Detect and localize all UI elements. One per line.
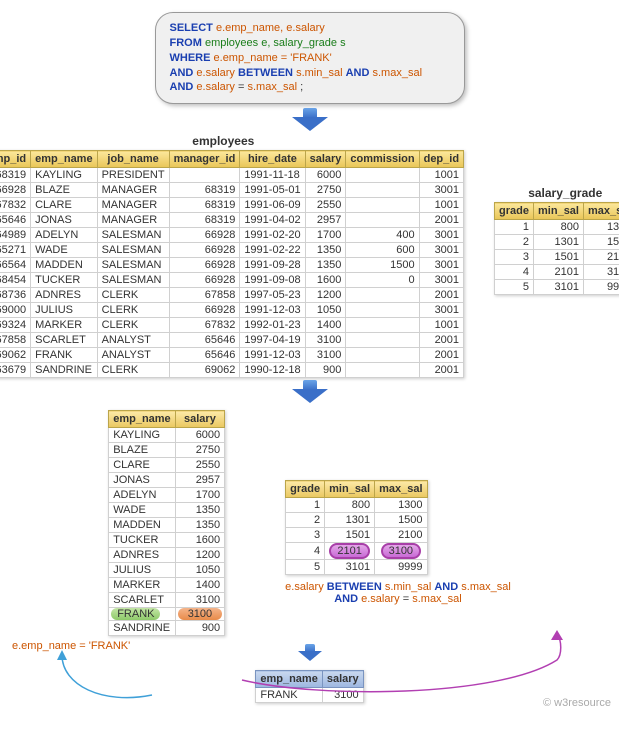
- table-row: 18001300: [495, 220, 619, 235]
- where-expr: e.emp_name = 'FRANK': [214, 52, 332, 64]
- col-header: emp_name: [256, 671, 322, 688]
- table-row: 213011500: [286, 513, 427, 528]
- select-cols: e.emp_name, e.salary: [216, 22, 325, 34]
- table-row: ADNRES1200: [109, 548, 225, 563]
- kw-where: WHERE: [170, 52, 211, 64]
- highlight-max-sal: 3100: [381, 543, 421, 559]
- table-row: 421013100: [495, 265, 619, 280]
- table-row: 67832CLAREMANAGER683191991-06-0925501001: [0, 198, 464, 213]
- col-header: grade: [286, 481, 325, 498]
- grade-subset-wrap: grademin_salmax_sal 18001300213011500315…: [285, 480, 511, 607]
- annotation-frank: e.emp_name = 'FRANK': [12, 640, 142, 652]
- table-row: WADE1350: [109, 503, 225, 518]
- salary-grade-table-wrap: salary_grade grademin_salmax_sal 1800130…: [494, 186, 619, 295]
- table-row: KAYLING6000: [109, 428, 225, 443]
- col-header: max_sal: [583, 203, 619, 220]
- table-row: SCARLET3100: [109, 593, 225, 608]
- col-header: hire_date: [240, 151, 305, 168]
- table-row: 68454TUCKERSALESMAN669281991-09-08160003…: [0, 273, 464, 288]
- kw-from: FROM: [170, 37, 202, 49]
- table-row: 531019999: [495, 280, 619, 295]
- salary-grade-table: grademin_salmax_sal 18001300213011500315…: [494, 202, 619, 295]
- arrow-down-icon: [290, 108, 330, 132]
- highlight-min-sal: 2101: [329, 543, 369, 559]
- table-row: 66564MADDENSALESMAN669281991-09-28135015…: [0, 258, 464, 273]
- table-row: 69062FRANKANALYST656461991-12-0331002001: [0, 348, 464, 363]
- table-row: FRANK3100: [256, 688, 363, 703]
- grade-subset-table: grademin_salmax_sal 18001300213011500315…: [285, 480, 427, 575]
- employees-table-wrap: employees emp_idemp_namejob_namemanager_…: [0, 134, 464, 378]
- table-row: 66928BLAZEMANAGER683191991-05-0127503001: [0, 183, 464, 198]
- table-row: TUCKER1600: [109, 533, 225, 548]
- from-tables: employees e, salary_grade s: [205, 37, 346, 49]
- col-header: manager_id: [169, 151, 240, 168]
- table-row: 213011500: [495, 235, 619, 250]
- kw-and1: AND: [170, 67, 194, 79]
- table-row: 315012100: [286, 528, 427, 543]
- table-row: BLAZE2750: [109, 443, 225, 458]
- employees-table: emp_idemp_namejob_namemanager_idhire_dat…: [0, 150, 464, 378]
- table-row: 69324MARKERCLERK678321992-01-2314001001: [0, 318, 464, 333]
- highlight-frank-name: FRANK: [111, 608, 160, 620]
- table-row: 63679SANDRINECLERK690621990-12-189002001: [0, 363, 464, 378]
- watermark: © w3resource: [543, 697, 611, 709]
- emp-subset-wrap: emp_namesalary KAYLING6000BLAZE2750CLARE…: [108, 410, 225, 636]
- table-row: CLARE2550: [109, 458, 225, 473]
- table-row: 67858SCARLETANALYST656461997-04-19310020…: [0, 333, 464, 348]
- table-row: 68319KAYLINGPRESIDENT1991-11-1860001001: [0, 168, 464, 183]
- col-header: commission: [346, 151, 419, 168]
- emp-subset-table: emp_namesalary KAYLING6000BLAZE2750CLARE…: [108, 410, 225, 636]
- arrow-down-icon: [290, 644, 330, 668]
- col-header: dep_id: [419, 151, 463, 168]
- salary-grade-title: salary_grade: [494, 186, 619, 200]
- table-row: 69000JULIUSCLERK669281991-12-0310503001: [0, 303, 464, 318]
- col-header: job_name: [97, 151, 169, 168]
- col-header: salary: [322, 671, 363, 688]
- col-header: emp_name: [109, 411, 175, 428]
- table-row: JONAS2957: [109, 473, 225, 488]
- table-row: 18001300: [286, 498, 427, 513]
- table-row: ADELYN1700: [109, 488, 225, 503]
- table-row: FRANK 3100: [109, 608, 225, 621]
- kw-and2: AND: [170, 81, 194, 93]
- table-row: 421013100: [286, 543, 427, 560]
- table-row: 315012100: [495, 250, 619, 265]
- col-header: max_sal: [375, 481, 427, 498]
- table-row: 65646JONASMANAGER683191991-04-0229572001: [0, 213, 464, 228]
- result-table: emp_namesalary FRANK3100: [255, 670, 363, 703]
- table-row: SANDRINE900: [109, 621, 225, 636]
- kw-select: SELECT: [170, 22, 213, 34]
- col-header: min_sal: [534, 203, 584, 220]
- table-row: 531019999: [286, 560, 427, 575]
- table-row: 65271WADESALESMAN669281991-02-2213506003…: [0, 243, 464, 258]
- table-row: JULIUS1050: [109, 563, 225, 578]
- col-header: grade: [495, 203, 534, 220]
- table-row: MADDEN1350: [109, 518, 225, 533]
- highlight-frank-salary: 3100: [178, 608, 222, 620]
- table-row: MARKER1400: [109, 578, 225, 593]
- col-header: emp_id: [0, 151, 31, 168]
- table-row: 64989ADELYNSALESMAN669281991-02-20170040…: [0, 228, 464, 243]
- col-header: salary: [305, 151, 346, 168]
- col-header: emp_name: [31, 151, 97, 168]
- col-header: salary: [175, 411, 224, 428]
- employees-title: employees: [0, 134, 464, 148]
- arrow-down-icon: [290, 380, 330, 404]
- annotation-between: e.salary BETWEEN s.min_sal AND s.max_sal: [285, 581, 511, 593]
- sql-query-box: SELECT e.emp_name, e.salary FROM employe…: [155, 12, 465, 104]
- col-header: min_sal: [325, 481, 375, 498]
- table-row: 68736ADNRESCLERK678581997-05-2312002001: [0, 288, 464, 303]
- annotation-equal: AND e.salary = s.max_sal: [285, 593, 511, 605]
